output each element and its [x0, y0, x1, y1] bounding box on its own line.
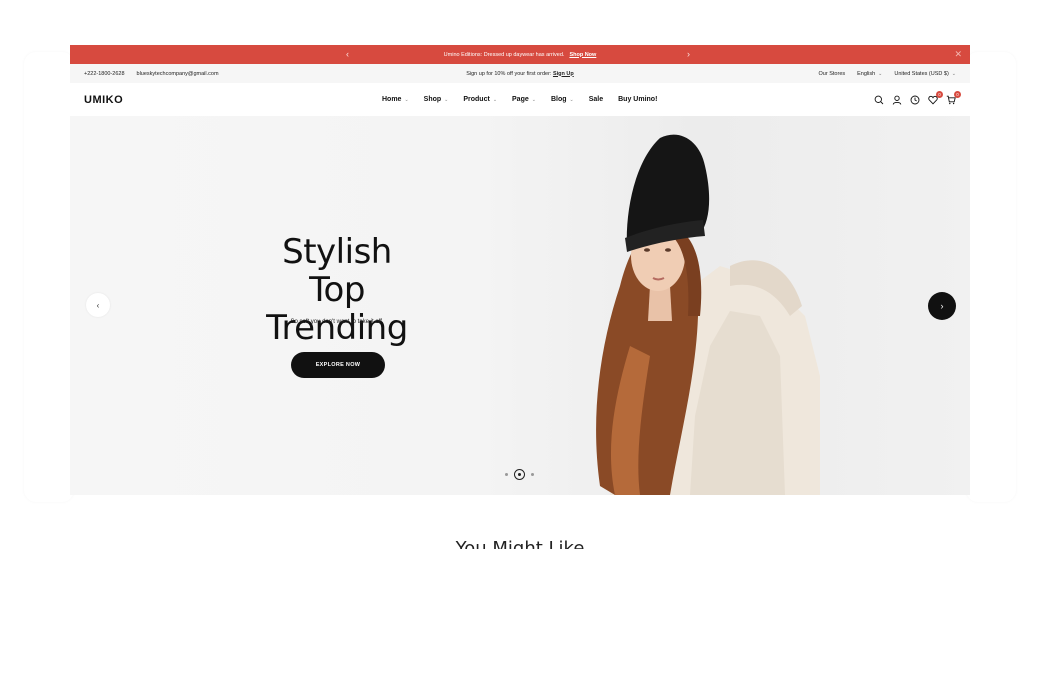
model-image — [596, 134, 820, 495]
chevron-left-icon: ‹ — [96, 300, 100, 310]
chevron-down-icon: ⌄ — [531, 97, 536, 103]
chevron-right-icon: › — [940, 301, 944, 311]
menu-item-product[interactable]: Product ⌄ — [463, 96, 497, 103]
slider-prev-button[interactable]: ‹ — [86, 293, 110, 317]
user-icon[interactable] — [892, 95, 902, 105]
hero-subtitle: So soft you don't want to take it off. — [290, 319, 384, 325]
hero-title-line2: Top Trending — [266, 270, 408, 348]
explore-now-button[interactable]: EXPLORE NOW — [291, 352, 385, 378]
chevron-down-icon: ⌄ — [492, 97, 498, 103]
side-panel-right — [966, 52, 1016, 502]
slider-pagination — [505, 469, 534, 480]
sign-up-link[interactable]: Sign Up — [553, 71, 574, 77]
hero-slider: Stylish Top Trending So soft you don't w… — [70, 116, 970, 495]
hero-title: Stylish Top Trending — [237, 233, 437, 347]
promo-text: Sign up for 10% off your first order: — [466, 70, 552, 77]
menu-item-home[interactable]: Home ⌄ — [382, 96, 409, 103]
email-address[interactable]: blueskytechcompany@gmail.com — [137, 71, 219, 77]
search-icon[interactable] — [874, 95, 884, 105]
logo[interactable]: UMIKO — [84, 94, 123, 106]
language-label: English — [857, 70, 876, 77]
section-title: You Might Like — [455, 538, 585, 549]
hero-title-line1: Stylish — [282, 232, 392, 272]
currency-selector[interactable]: United States (USD $) ⌄ — [894, 71, 956, 77]
menu-item-buy-umino[interactable]: Buy Umino! — [618, 96, 657, 103]
announcement-shop-now-link[interactable]: Shop Now — [569, 52, 596, 58]
chevron-left-icon[interactable]: ‹ — [346, 48, 349, 60]
cart-count-badge: 0 — [954, 90, 961, 98]
announcement-text: Umino Editions: Dressed up daywear has a… — [443, 51, 565, 58]
top-info-bar: +222-1800-2628 blueskytechcompany@gmail.… — [70, 64, 970, 83]
menu-item-label: Page — [512, 96, 529, 103]
slide-dot-active[interactable] — [514, 469, 525, 480]
chevron-down-icon: ⌄ — [444, 97, 449, 103]
main-header: UMIKO Home ⌄ Shop ⌄ Product ⌄ Page ⌄ Blog ⌄ S… — [70, 83, 970, 116]
slide-dot[interactable] — [505, 473, 508, 476]
menu-item-label: Shop — [423, 96, 442, 103]
chevron-down-icon: ⌄ — [569, 97, 574, 103]
chevron-down-icon: ⌄ — [404, 97, 409, 103]
menu-item-page[interactable]: Page ⌄ — [512, 96, 536, 103]
slide-dot[interactable] — [531, 473, 534, 476]
store-frame: ‹ Umino Editions: Dressed up daywear has… — [70, 45, 970, 495]
our-stores-link[interactable]: Our Stores — [819, 71, 846, 77]
phone-number[interactable]: +222-1800-2628 — [84, 71, 125, 77]
menu-item-blog[interactable]: Blog ⌄ — [551, 96, 574, 103]
history-icon[interactable] — [910, 95, 920, 105]
menu-item-sale[interactable]: Sale — [589, 96, 603, 103]
close-icon[interactable]: ✕ — [954, 48, 962, 60]
language-selector[interactable]: English ⌄ — [857, 71, 882, 77]
wishlist-icon[interactable]: 0 — [928, 90, 943, 105]
chevron-down-icon: ⌄ — [878, 70, 883, 77]
wishlist-count-badge: 0 — [936, 90, 943, 98]
announcement-bar: ‹ Umino Editions: Dressed up daywear has… — [70, 45, 970, 64]
side-panel-left — [24, 52, 74, 502]
slider-next-button[interactable]: › — [928, 292, 956, 320]
currency-label: United States (USD $) — [894, 70, 949, 77]
menu-item-label: Home — [382, 96, 402, 103]
main-menu: Home ⌄ Shop ⌄ Product ⌄ Page ⌄ Blog ⌄ Sale Bu… — [382, 83, 657, 116]
chevron-down-icon: ⌄ — [951, 70, 956, 77]
chevron-right-icon[interactable]: › — [687, 48, 690, 60]
menu-item-shop[interactable]: Shop ⌄ — [424, 96, 449, 103]
cart-icon[interactable]: 0 — [946, 90, 961, 105]
menu-item-label: Product — [463, 96, 490, 103]
menu-item-label: Blog — [550, 96, 567, 103]
